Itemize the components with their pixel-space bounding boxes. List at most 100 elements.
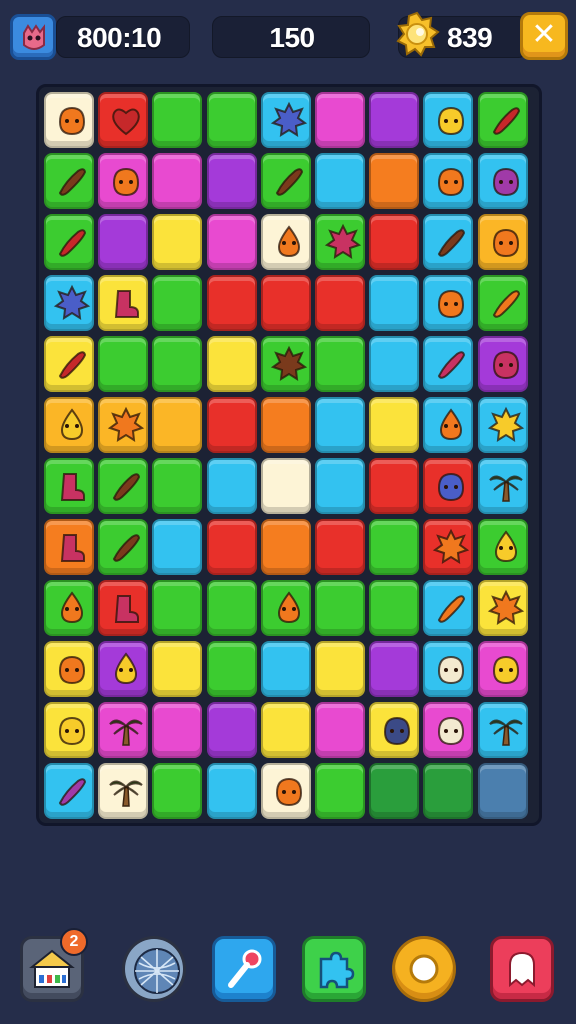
- board-tile[interactable]: [152, 92, 203, 148]
- board-tile[interactable]: [206, 580, 257, 636]
- board-tile[interactable]: [98, 336, 149, 392]
- board-tile[interactable]: [152, 153, 203, 209]
- board-tile[interactable]: [44, 458, 94, 514]
- board-tile[interactable]: [369, 275, 420, 331]
- profile-button[interactable]: [10, 14, 56, 60]
- board-tile[interactable]: [44, 763, 94, 819]
- board-tile[interactable]: [260, 275, 311, 331]
- board-tile[interactable]: [423, 519, 474, 575]
- board-tile[interactable]: [260, 641, 311, 697]
- board-tile[interactable]: [369, 519, 420, 575]
- board-tile[interactable]: [477, 519, 528, 575]
- board-tile[interactable]: [44, 519, 94, 575]
- board-tile[interactable]: [477, 458, 528, 514]
- board-tile[interactable]: [315, 763, 365, 819]
- board-tile[interactable]: [152, 336, 203, 392]
- board-tile[interactable]: [260, 519, 311, 575]
- board-tile[interactable]: [423, 214, 474, 270]
- board-tile[interactable]: [152, 763, 203, 819]
- board-tile[interactable]: [260, 397, 311, 453]
- board-tile[interactable]: [98, 153, 149, 209]
- board-tile[interactable]: [260, 702, 311, 758]
- board-tile[interactable]: [369, 336, 420, 392]
- board-tile[interactable]: [44, 336, 94, 392]
- board-tile[interactable]: [477, 702, 528, 758]
- board-tile[interactable]: [369, 153, 420, 209]
- board-tile[interactable]: [477, 580, 528, 636]
- board-tile[interactable]: [206, 336, 257, 392]
- board-tile[interactable]: [477, 92, 528, 148]
- board-tile[interactable]: [423, 92, 474, 148]
- board-tile[interactable]: [98, 458, 149, 514]
- board-tile[interactable]: [315, 275, 365, 331]
- board-tile[interactable]: [315, 336, 365, 392]
- board-tile[interactable]: [44, 214, 94, 270]
- board-tile[interactable]: [423, 336, 474, 392]
- board-tile[interactable]: [423, 153, 474, 209]
- board-tile[interactable]: [152, 275, 203, 331]
- board-tile[interactable]: [98, 763, 149, 819]
- board-tile[interactable]: [423, 641, 474, 697]
- board-tile[interactable]: [152, 702, 203, 758]
- board-tile[interactable]: [206, 763, 257, 819]
- board-tile[interactable]: [206, 275, 257, 331]
- board-tile[interactable]: [98, 92, 149, 148]
- puzzle-booster-button[interactable]: [302, 936, 366, 1002]
- board-tile[interactable]: [44, 92, 94, 148]
- board-tile[interactable]: [369, 702, 420, 758]
- board-tile[interactable]: [369, 397, 420, 453]
- board-tile[interactable]: [44, 702, 94, 758]
- board-tile[interactable]: [315, 519, 365, 575]
- board-tile[interactable]: [369, 763, 420, 819]
- board-tile[interactable]: [315, 92, 365, 148]
- globe-booster-button[interactable]: [122, 936, 186, 1002]
- board-tile[interactable]: [98, 214, 149, 270]
- board-tile[interactable]: [44, 153, 94, 209]
- board-tile[interactable]: [423, 458, 474, 514]
- board-tile[interactable]: [260, 153, 311, 209]
- board-tile[interactable]: [44, 275, 94, 331]
- board-tile[interactable]: [98, 702, 149, 758]
- board-tile[interactable]: [369, 92, 420, 148]
- close-button[interactable]: ✕: [520, 12, 568, 60]
- board-tile[interactable]: [152, 458, 203, 514]
- board-tile[interactable]: [152, 641, 203, 697]
- board-tile[interactable]: [315, 458, 365, 514]
- ghost-booster-button[interactable]: [490, 936, 554, 1002]
- board-tile[interactable]: [98, 580, 149, 636]
- board-tile[interactable]: [423, 275, 474, 331]
- board-tile[interactable]: [44, 397, 94, 453]
- board-tile[interactable]: [152, 214, 203, 270]
- board-tile[interactable]: [206, 641, 257, 697]
- board-tile[interactable]: [260, 214, 311, 270]
- board-tile[interactable]: [206, 214, 257, 270]
- board-tile[interactable]: [98, 397, 149, 453]
- board-tile[interactable]: [369, 214, 420, 270]
- board-tile[interactable]: [369, 580, 420, 636]
- board-tile[interactable]: [315, 702, 365, 758]
- board-tile[interactable]: [206, 92, 257, 148]
- coin-booster-button[interactable]: [392, 936, 456, 1002]
- board-tile[interactable]: [44, 580, 94, 636]
- board-tile[interactable]: [477, 153, 528, 209]
- board-tile[interactable]: [477, 214, 528, 270]
- board-tile[interactable]: [152, 519, 203, 575]
- board-tile[interactable]: [44, 641, 94, 697]
- board-tile[interactable]: [98, 641, 149, 697]
- board-tile[interactable]: [260, 336, 311, 392]
- board-tile[interactable]: [423, 397, 474, 453]
- board-tile[interactable]: [477, 763, 528, 819]
- board-tile[interactable]: [206, 397, 257, 453]
- board-tile[interactable]: [315, 397, 365, 453]
- board-tile[interactable]: [98, 275, 149, 331]
- board-tile[interactable]: [206, 153, 257, 209]
- board-tile[interactable]: [369, 641, 420, 697]
- board-tile[interactable]: [423, 763, 474, 819]
- board-tile[interactable]: [206, 458, 257, 514]
- board-tile[interactable]: [98, 519, 149, 575]
- board-tile[interactable]: [260, 92, 311, 148]
- board-tile[interactable]: [315, 153, 365, 209]
- board-tile[interactable]: [369, 458, 420, 514]
- board-tile[interactable]: [477, 641, 528, 697]
- board-tile[interactable]: [315, 214, 365, 270]
